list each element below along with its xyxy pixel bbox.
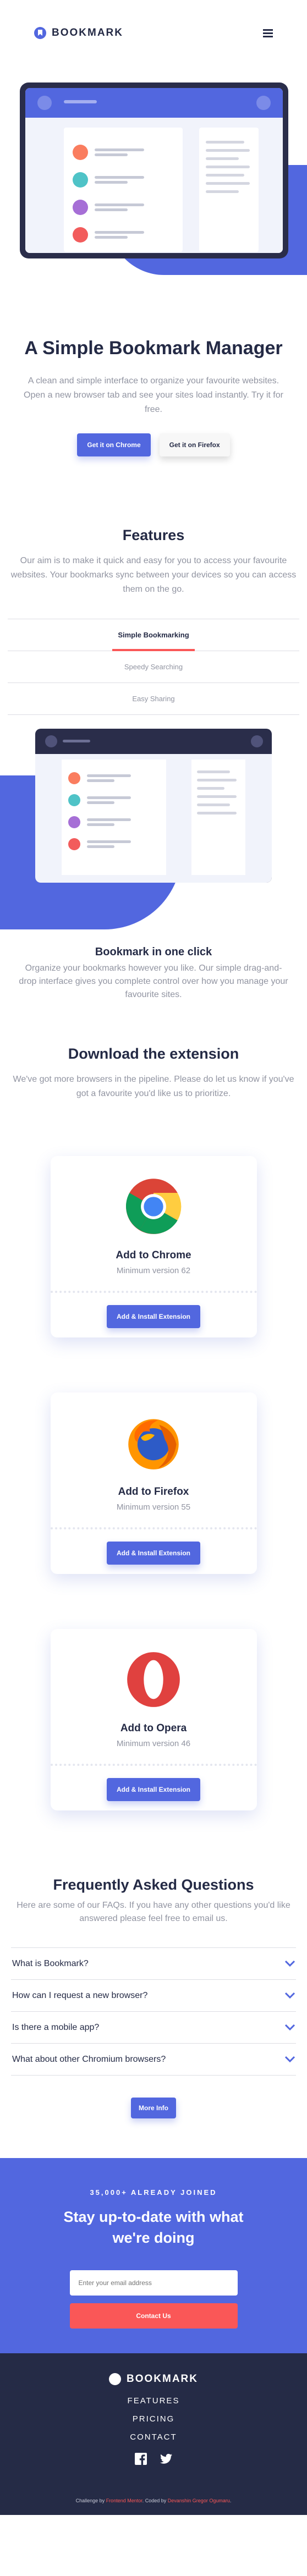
chevron-down-icon	[285, 2056, 295, 2062]
footer-link-features[interactable]: FEATURES	[0, 2396, 307, 2406]
install-opera-button[interactable]: Add & Install Extension	[106, 1778, 200, 1801]
attribution-suffix: .	[229, 2498, 232, 2503]
feature-illustration	[0, 729, 307, 940]
get-firefox-button[interactable]: Get it on Firefox	[159, 433, 230, 456]
tab-simple-bookmarking[interactable]: Simple Bookmarking	[8, 619, 299, 651]
opera-logo-icon	[127, 1652, 180, 1707]
hamburger-menu-icon[interactable]	[263, 29, 273, 37]
feature-content: Bookmark in one click Organize your book…	[0, 940, 307, 1001]
attribution-prefix: Challenge by	[75, 2498, 105, 2503]
logo-text: BOOKMARK	[52, 27, 123, 38]
firefox-logo-icon	[128, 1419, 179, 1469]
chrome-min-version: Minimum version 62	[116, 1266, 191, 1275]
chevron-down-icon	[285, 1960, 295, 1967]
chrome-card: Add to Chrome Minimum version 62 Add & I…	[50, 1156, 257, 1337]
newsletter-title: Stay up-to-date with what we're doing	[63, 2209, 244, 2246]
tab-speedy-searching[interactable]: Speedy Searching	[8, 651, 299, 683]
features-tabs: Simple Bookmarking Speedy Searching Easy…	[8, 619, 299, 715]
opera-card-title: Add to Opera	[120, 1722, 187, 1734]
card-divider	[50, 1527, 257, 1529]
faq-item[interactable]: Is there a mobile app?	[11, 2012, 296, 2044]
faq-item[interactable]: What about other Chromium browsers?	[11, 2044, 296, 2076]
more-info-button[interactable]: More Info	[131, 2098, 176, 2118]
hero-buttons: Get it on Chrome Get it on Firefox	[17, 433, 290, 456]
features-section: Features Our aim is to make it quick and…	[0, 456, 307, 715]
hero-section: A Simple Bookmark Manager A clean and si…	[0, 313, 307, 456]
faq-description: Here are some of our FAQs. If you have a…	[17, 1901, 290, 1923]
author-link[interactable]: Devanshin Gregor Ogumaru	[168, 2498, 230, 2503]
chevron-down-icon	[285, 2024, 295, 2030]
twitter-icon[interactable]	[160, 2453, 172, 2465]
browser-window-illustration	[35, 729, 272, 883]
card-divider	[50, 1764, 257, 1766]
facebook-icon[interactable]	[135, 2453, 147, 2465]
card-divider	[50, 1291, 257, 1293]
faq-question: What is Bookmark?	[12, 1958, 89, 1968]
install-chrome-button[interactable]: Add & Install Extension	[106, 1305, 200, 1328]
firefox-card: Add to Firefox Minimum version 55 Add & …	[50, 1392, 257, 1574]
browser-cards: Add to Chrome Minimum version 62 Add & I…	[11, 1156, 296, 1810]
faq-question: Is there a mobile app?	[12, 2022, 100, 2032]
download-description: We've got more browsers in the pipeline.…	[13, 1075, 294, 1098]
faq-question: What about other Chromium browsers?	[12, 2054, 166, 2064]
newsletter-section: 35,000+ ALREADY JOINED Stay up-to-date w…	[0, 2158, 307, 2353]
get-chrome-button[interactable]: Get it on Chrome	[77, 433, 151, 456]
faq-list: What is Bookmark? How can I request a ne…	[11, 1947, 296, 2076]
tab-easy-sharing[interactable]: Easy Sharing	[8, 683, 299, 715]
faq-question: How can I request a new browser?	[12, 1990, 148, 2000]
footer-nav: FEATURES PRICING CONTACT	[0, 2396, 307, 2442]
footer-link-contact[interactable]: CONTACT	[0, 2432, 307, 2442]
feature-title: Bookmark in one click	[95, 946, 212, 958]
footer-logo-text: BOOKMARK	[127, 2373, 198, 2385]
opera-min-version: Minimum version 46	[116, 1739, 191, 1748]
chevron-down-icon	[285, 1992, 295, 1999]
attribution: Challenge by Frontend Mentor. Coded by D…	[0, 2498, 307, 2503]
firefox-card-title: Add to Firefox	[118, 1486, 189, 1498]
hero-illustration	[0, 82, 307, 313]
download-section: Download the extension We've got more br…	[0, 1001, 307, 1810]
attribution-mid: . Coded by	[142, 2498, 167, 2503]
bookmark-logo-icon	[109, 2373, 121, 2385]
faq-item[interactable]: What is Bookmark?	[11, 1948, 296, 1980]
faq-title: Frequently Asked Questions	[53, 1876, 254, 1893]
chrome-card-title: Add to Chrome	[116, 1250, 191, 1261]
site-footer: BOOKMARK FEATURES PRICING CONTACT Challe…	[0, 2353, 307, 2515]
install-firefox-button[interactable]: Add & Install Extension	[106, 1542, 200, 1565]
social-links	[0, 2453, 307, 2465]
email-input[interactable]	[69, 2270, 238, 2296]
bookmark-logo-icon	[34, 27, 46, 39]
faq-item[interactable]: How can I request a new browser?	[11, 1980, 296, 2012]
features-title: Features	[122, 527, 185, 543]
contact-us-button[interactable]: Contact Us	[69, 2303, 238, 2329]
joined-count: 35,000+ ALREADY JOINED	[90, 2188, 217, 2197]
hero-title: A Simple Bookmark Manager	[24, 338, 283, 359]
faq-section: Frequently Asked Questions Here are some…	[0, 1810, 307, 2118]
logo[interactable]: BOOKMARK	[34, 27, 123, 39]
laptop-illustration	[20, 82, 288, 258]
firefox-min-version: Minimum version 55	[116, 1502, 191, 1512]
feature-description: Organize your bookmarks however you like…	[19, 964, 288, 999]
opera-card: Add to Opera Minimum version 46 Add & In…	[50, 1629, 257, 1810]
features-description: Our aim is to make it quick and easy for…	[10, 556, 297, 594]
hero-description: A clean and simple interface to organize…	[24, 376, 283, 414]
chrome-logo-icon	[125, 1179, 182, 1234]
footer-link-pricing[interactable]: PRICING	[0, 2414, 307, 2424]
frontend-mentor-link[interactable]: Frontend Mentor	[106, 2498, 142, 2503]
footer-logo[interactable]: BOOKMARK	[0, 2373, 307, 2385]
site-header: BOOKMARK	[0, 0, 307, 66]
download-title: Download the extension	[68, 1045, 239, 1062]
